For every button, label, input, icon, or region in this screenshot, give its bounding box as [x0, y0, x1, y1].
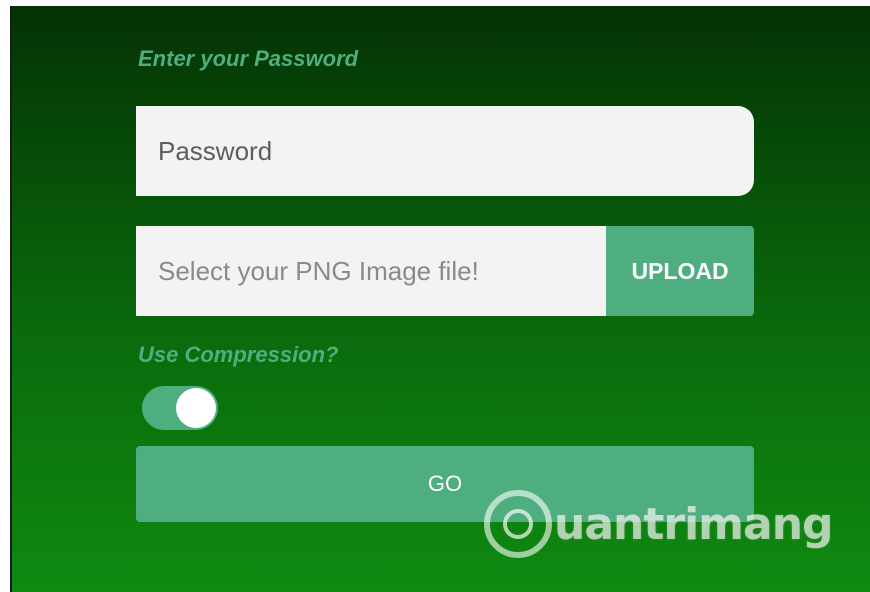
password-label: Enter your Password: [138, 46, 359, 71]
upload-button[interactable]: UPLOAD: [606, 226, 754, 316]
app-panel: Enter your Password Select your PNG Imag…: [10, 6, 870, 592]
compression-label: Use Compression?: [138, 342, 339, 367]
file-path-field[interactable]: Select your PNG Image file!: [136, 226, 606, 316]
toggle-knob: [176, 388, 216, 428]
lightbulb-icon: [484, 490, 552, 558]
file-upload-row: Select your PNG Image file! UPLOAD: [136, 226, 754, 316]
compression-toggle[interactable]: [142, 386, 218, 430]
watermark: uantrimang: [484, 490, 834, 558]
watermark-text: uantrimang: [554, 498, 834, 550]
password-input[interactable]: [136, 106, 754, 196]
